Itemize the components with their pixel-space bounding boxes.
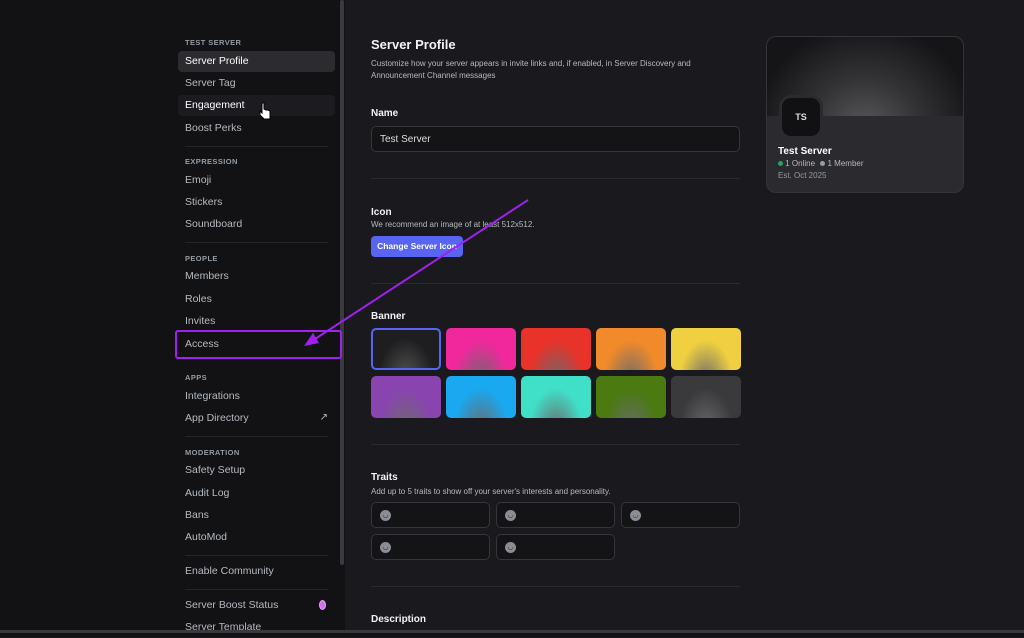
annotation-overlay	[0, 0, 1024, 633]
hand-cursor-icon	[260, 103, 270, 119]
highlight-box	[176, 331, 341, 358]
arrow-head-icon	[304, 333, 319, 346]
annotation-arrow	[312, 200, 528, 341]
